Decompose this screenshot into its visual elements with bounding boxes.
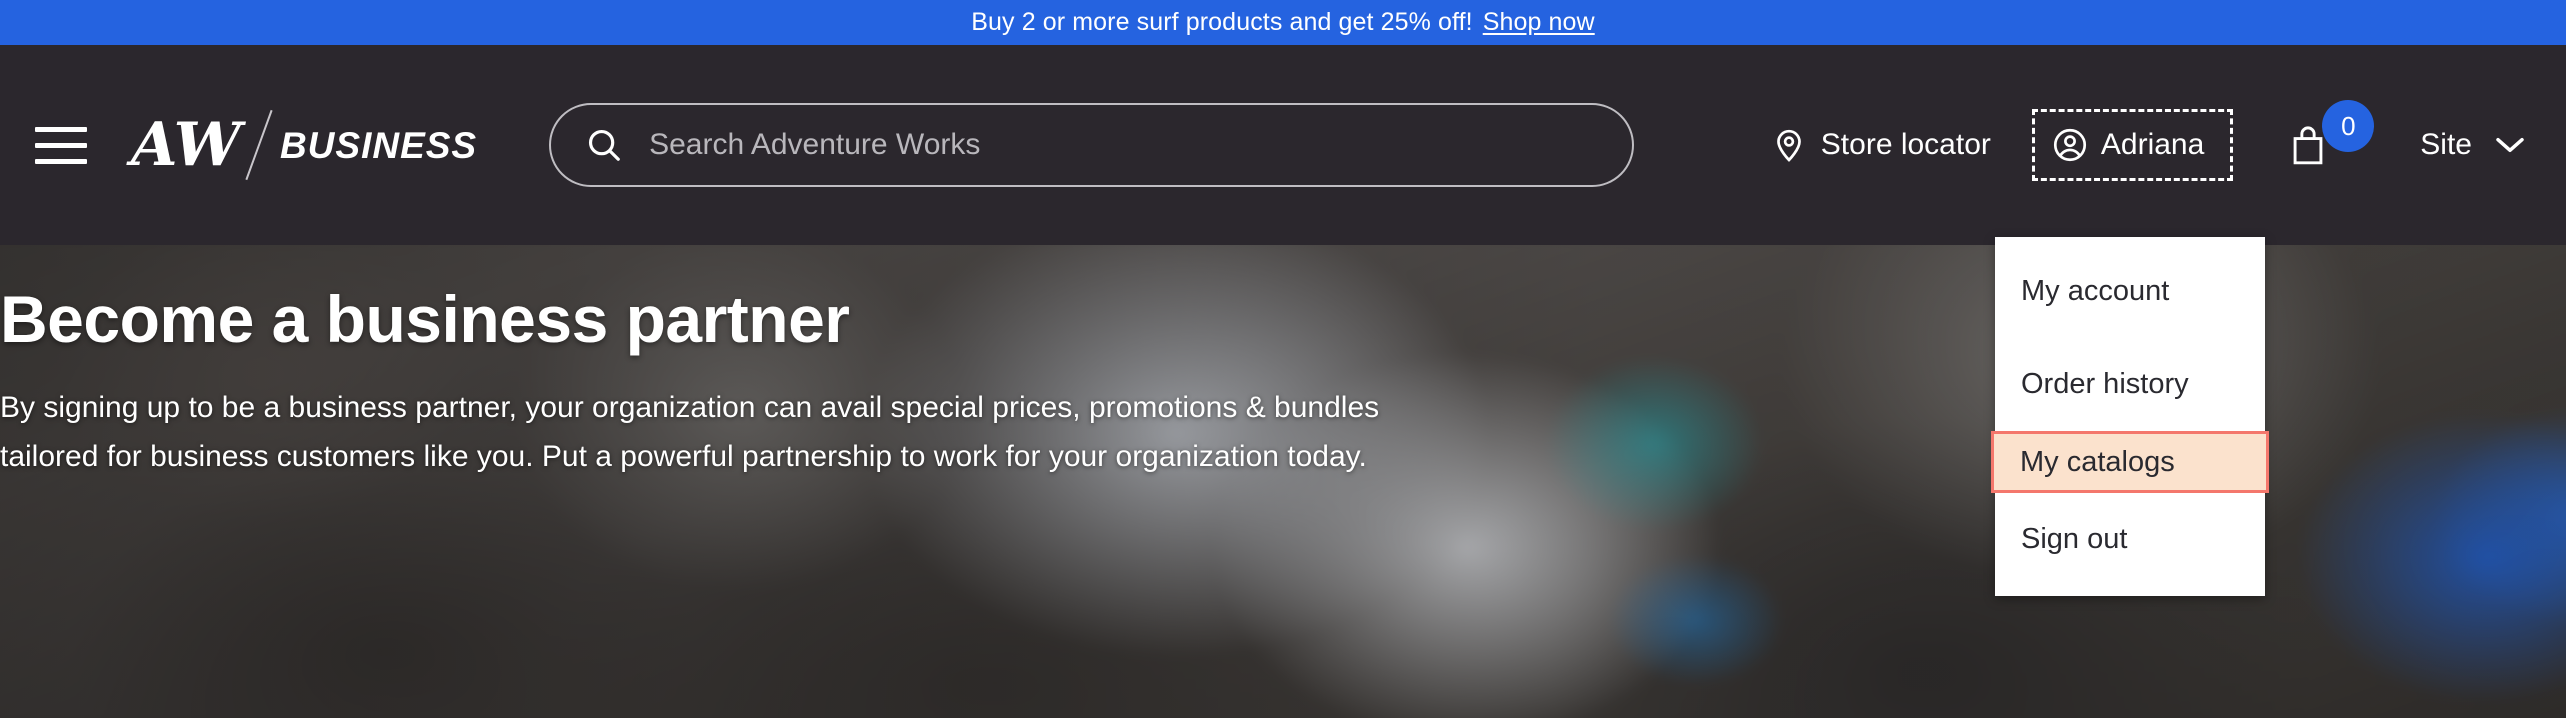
search-bar[interactable] bbox=[549, 103, 1635, 187]
hamburger-menu-icon[interactable] bbox=[35, 125, 87, 165]
site-selector-button[interactable]: Site bbox=[2420, 128, 2526, 162]
logo-business-text: BUSINESS bbox=[279, 124, 478, 166]
hero-body-text: By signing up to be a business partner, … bbox=[0, 391, 1380, 473]
promo-banner: Buy 2 or more surf products and get 25% … bbox=[0, 0, 2566, 45]
hero-title: Become a business partner bbox=[0, 282, 850, 356]
account-dropdown-menu: My account Order history My catalogs Sig… bbox=[1991, 237, 2269, 596]
hero-content: Become a business partner By signing up … bbox=[0, 245, 1420, 481]
menu-item-my-account[interactable]: My account bbox=[1995, 245, 2265, 338]
menu-item-label: My account bbox=[2021, 275, 2170, 307]
menu-item-sign-out[interactable]: Sign out bbox=[1995, 493, 2265, 586]
promo-shop-now-link[interactable]: Shop now bbox=[1483, 8, 1595, 37]
menu-item-order-history[interactable]: Order history bbox=[1995, 338, 2265, 431]
hamburger-line bbox=[35, 158, 87, 164]
header-nav-right: Store locator Adriana 0 Site bbox=[1771, 100, 2536, 181]
site-logo[interactable]: AW BUSINESS bbox=[131, 108, 477, 182]
search-icon bbox=[585, 126, 623, 164]
search-input[interactable] bbox=[649, 128, 1599, 162]
store-locator-label: Store locator bbox=[1820, 128, 1991, 161]
hamburger-line bbox=[35, 126, 87, 132]
user-circle-icon bbox=[2051, 126, 2089, 164]
location-pin-icon bbox=[1771, 127, 1807, 163]
cart-button[interactable]: 0 bbox=[2288, 100, 2375, 166]
hamburger-line bbox=[35, 142, 87, 148]
logo-slash-divider bbox=[245, 109, 273, 181]
account-label: Adriana bbox=[2100, 128, 2205, 161]
cart-count-badge: 0 bbox=[2322, 100, 2375, 152]
menu-item-label: My catalogs bbox=[2020, 445, 2175, 478]
menu-item-my-catalogs[interactable]: My catalogs bbox=[1991, 431, 2269, 493]
promo-banner-text: Buy 2 or more surf products and get 25% … bbox=[971, 8, 1473, 36]
chevron-down-icon bbox=[2494, 135, 2526, 155]
logo-aw-text: AW bbox=[131, 110, 241, 180]
menu-item-label: Sign out bbox=[2021, 523, 2128, 555]
site-selector-label: Site bbox=[2420, 128, 2472, 161]
site-header: AW BUSINESS Store locator bbox=[0, 45, 2566, 596]
menu-item-label: Order history bbox=[2021, 368, 2189, 400]
store-locator-button[interactable]: Store locator bbox=[1771, 127, 1991, 163]
account-button[interactable]: Adriana bbox=[2031, 109, 2234, 181]
